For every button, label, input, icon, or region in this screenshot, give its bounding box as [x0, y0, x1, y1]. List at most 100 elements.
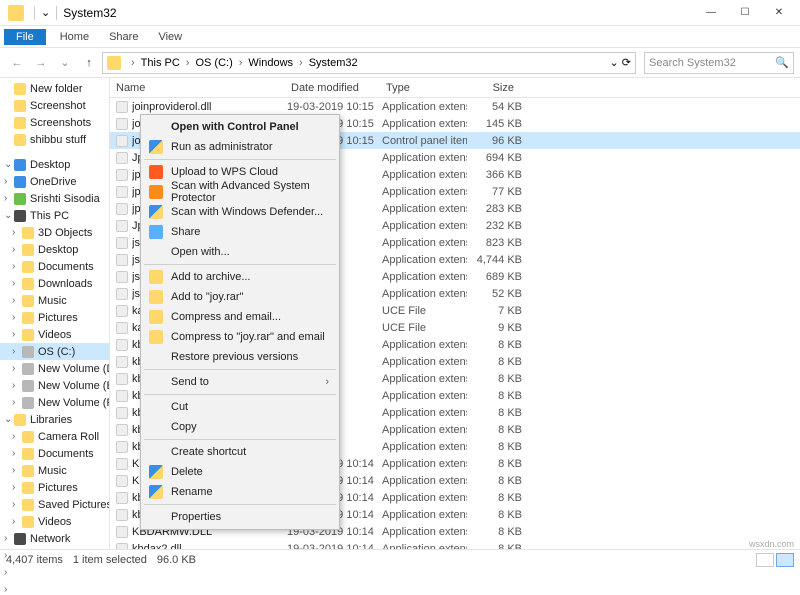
context-menu-item[interactable]: Rename	[143, 482, 337, 502]
home-tab[interactable]: Home	[50, 29, 99, 45]
context-menu-item[interactable]: Share	[143, 222, 337, 242]
context-menu-item[interactable]: Compress to "joy.rar" and email	[143, 327, 337, 347]
quick-access-down-icon[interactable]: ⌄	[41, 6, 50, 19]
sidebar-item[interactable]: Control Panel	[0, 547, 109, 549]
refresh-button[interactable]: ⌄ ⟳	[610, 56, 632, 69]
sidebar-item[interactable]: New Volume (E	[0, 377, 109, 394]
folder-icon	[14, 100, 26, 112]
search-input[interactable]: Search System32 🔍	[644, 52, 794, 74]
sidebar-item[interactable]: Videos	[0, 326, 109, 343]
sidebar-item[interactable]: New folder	[0, 80, 109, 97]
sidebar-item[interactable]: Saved Pictures	[0, 496, 109, 513]
folder-icon	[22, 363, 34, 375]
context-menu-item[interactable]: Open with Control Panel	[143, 117, 337, 137]
forward-button[interactable]: →	[30, 52, 52, 74]
column-size[interactable]: Size	[465, 82, 520, 94]
breadcrumb-item[interactable]: System32	[309, 57, 358, 69]
breadcrumb-item[interactable]: Windows	[248, 57, 293, 69]
breadcrumb-item[interactable]: OS (C:)	[195, 57, 232, 69]
chevron-right-icon[interactable]: ›	[186, 57, 190, 69]
context-menu-item[interactable]: Send to›	[143, 372, 337, 392]
file-row[interactable]: kbdax2.dll19-03-2019 10:14Application ex…	[110, 540, 800, 549]
file-type: Application extens...	[382, 169, 467, 181]
chevron-right-icon[interactable]: ›	[239, 57, 243, 69]
context-menu-item[interactable]: Copy	[143, 417, 337, 437]
folder-icon	[22, 482, 34, 494]
file-icon	[116, 509, 128, 521]
sidebar-item[interactable]: Documents	[0, 258, 109, 275]
sidebar-item[interactable]: Screenshots	[0, 114, 109, 131]
context-menu-item[interactable]: Open with...	[143, 242, 337, 262]
context-menu-item[interactable]: Compress and email...	[143, 307, 337, 327]
sidebar-item[interactable]: Libraries	[0, 411, 109, 428]
recent-locations-button[interactable]: ⌄	[54, 52, 76, 74]
column-date[interactable]: Date modified	[285, 82, 380, 94]
context-menu-item[interactable]: Delete	[143, 462, 337, 482]
sidebar-item[interactable]: OS (C:)	[0, 343, 109, 360]
search-icon[interactable]: 🔍	[775, 56, 789, 69]
breadcrumb-item[interactable]: This PC	[141, 57, 180, 69]
sidebar-item[interactable]: New Volume (F	[0, 394, 109, 411]
file-icon	[116, 186, 128, 198]
context-menu-item[interactable]: Restore previous versions	[143, 347, 337, 367]
sidebar-item[interactable]: shibbu stuff	[0, 131, 109, 148]
view-tab[interactable]: View	[148, 29, 192, 45]
sidebar-item[interactable]: Documents	[0, 445, 109, 462]
chevron-right-icon[interactable]: ›	[299, 57, 303, 69]
minimize-button[interactable]: —	[694, 2, 728, 24]
file-size: 54 KB	[467, 101, 522, 113]
sidebar-item[interactable]: Desktop	[0, 156, 109, 173]
context-menu-item[interactable]: Run as administrator	[143, 137, 337, 157]
column-type[interactable]: Type	[380, 82, 465, 94]
address-bar[interactable]: › This PC › OS (C:) › Windows › System32…	[102, 52, 636, 74]
sidebar-item[interactable]: This PC	[0, 207, 109, 224]
folder-icon	[14, 176, 26, 188]
menu-item-label: Cut	[171, 401, 188, 413]
details-view-button[interactable]	[756, 553, 774, 567]
sidebar-item[interactable]: Camera Roll	[0, 428, 109, 445]
chevron-right-icon[interactable]: ›	[131, 57, 135, 69]
sidebar-item[interactable]: Pictures	[0, 479, 109, 496]
file-tab[interactable]: File	[4, 29, 46, 45]
menu-separator	[144, 264, 336, 265]
sidebar-item-label: New Volume (F	[38, 397, 110, 409]
close-button[interactable]: ✕	[762, 2, 796, 24]
sidebar-item[interactable]: Network	[0, 530, 109, 547]
navigation-pane[interactable]: New folderScreenshotScreenshotsshibbu st…	[0, 78, 110, 549]
share-tab[interactable]: Share	[99, 29, 148, 45]
sidebar-item[interactable]: Music	[0, 462, 109, 479]
context-menu-item[interactable]: Create shortcut	[143, 442, 337, 462]
column-name[interactable]: Name	[110, 82, 285, 94]
folder-icon	[22, 261, 34, 273]
sidebar-item[interactable]: Pictures	[0, 309, 109, 326]
sidebar-item-label: Pictures	[38, 482, 78, 494]
context-menu-item[interactable]: Scan with Windows Defender...	[143, 202, 337, 222]
sidebar-item[interactable]: Srishti Sisodia	[0, 190, 109, 207]
maximize-button[interactable]: ☐	[728, 2, 762, 24]
context-menu: Open with Control PanelRun as administra…	[140, 114, 340, 530]
context-menu-item[interactable]: Add to "joy.rar"	[143, 287, 337, 307]
file-icon	[116, 169, 128, 181]
context-menu-item[interactable]: Properties	[143, 507, 337, 527]
sidebar-item[interactable]: New Volume (D	[0, 360, 109, 377]
sidebar-item[interactable]: Screenshot	[0, 97, 109, 114]
sidebar-item[interactable]: Music	[0, 292, 109, 309]
sidebar-item[interactable]: 3D Objects	[0, 224, 109, 241]
sidebar-item-label: Videos	[38, 516, 71, 528]
sidebar-item[interactable]: Desktop	[0, 241, 109, 258]
back-button[interactable]: ←	[6, 52, 28, 74]
context-menu-item[interactable]: Scan with Advanced System Protector	[143, 182, 337, 202]
sidebar-item[interactable]: Downloads	[0, 275, 109, 292]
up-button[interactable]: ↑	[78, 52, 100, 74]
context-menu-item[interactable]: Cut	[143, 397, 337, 417]
file-type: UCE File	[382, 305, 467, 317]
file-row[interactable]: joinproviderol.dll19-03-2019 10:15Applic…	[110, 98, 800, 115]
context-menu-item[interactable]: Add to archive...	[143, 267, 337, 287]
folder-icon	[22, 516, 34, 528]
menu-item-label: Rename	[171, 486, 213, 498]
sidebar-item[interactable]: Videos	[0, 513, 109, 530]
file-type: Application extens...	[382, 492, 467, 504]
sidebar-item[interactable]: OneDrive	[0, 173, 109, 190]
large-icons-view-button[interactable]	[776, 553, 794, 567]
context-menu-item[interactable]: Upload to WPS Cloud	[143, 162, 337, 182]
